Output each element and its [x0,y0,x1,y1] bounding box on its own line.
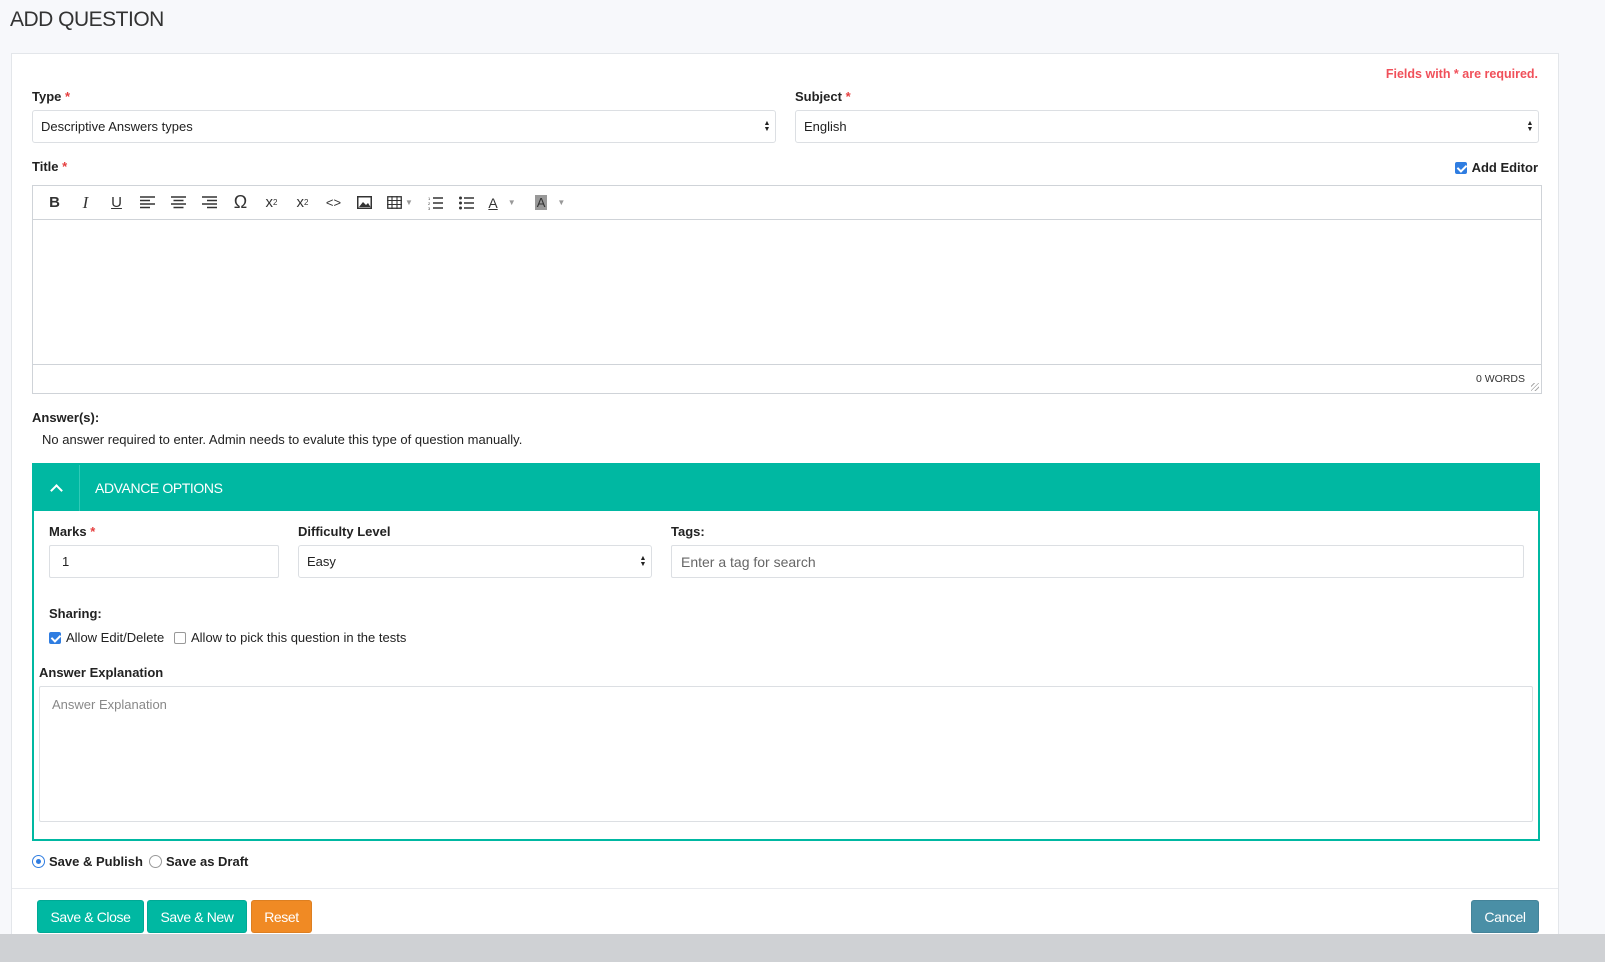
bold-icon[interactable]: B [39,190,70,216]
source-code-icon[interactable]: <> [318,190,349,216]
align-center-icon[interactable] [163,190,194,216]
title-label: Title * [32,159,68,174]
save-new-button[interactable]: Save & New [147,900,247,933]
special-character-icon[interactable]: Ω [225,190,256,216]
subject-label: Subject * [795,89,851,104]
subscript-icon[interactable]: x2 [256,190,287,216]
select-arrows-icon: ▲ ▼ [763,120,771,133]
difficulty-select[interactable]: Easy ▲ ▼ [298,545,652,578]
answer-explanation-placeholder: Answer Explanation [52,697,167,712]
select-arrows-icon: ▲ ▼ [639,555,647,568]
text-color-icon[interactable]: A ▼ [482,190,522,216]
type-select[interactable]: Descriptive Answers types ▲ ▼ [32,110,776,143]
question-form-panel: Fields with * are required. Type * Descr… [11,53,1559,939]
editor-content-area[interactable] [33,220,1541,365]
type-label: Type * [32,89,71,104]
add-editor-checkbox[interactable]: Add Editor [1454,160,1538,175]
footer-divider [12,888,1558,889]
allow-pick-checkbox[interactable]: Allow to pick this question in the tests [174,630,406,645]
superscript-icon[interactable]: x2 [287,190,318,216]
save-publish-label: Save & Publish [49,854,143,869]
chevron-up-icon [50,484,63,497]
marks-label: Marks * [49,524,96,539]
answers-label: Answer(s): [32,410,100,425]
checkbox-checked-icon[interactable] [49,631,61,644]
underline-icon[interactable]: U [101,190,132,216]
save-draft-label: Save as Draft [166,854,249,869]
cancel-button[interactable]: Cancel [1471,900,1539,933]
bulleted-list-icon[interactable] [451,190,482,216]
allow-edit-delete-checkbox[interactable]: Allow Edit/Delete [49,630,164,645]
image-icon[interactable] [349,190,380,216]
difficulty-select-value: Easy [307,554,336,569]
type-select-value: Descriptive Answers types [41,119,193,134]
horizontal-scrollbar[interactable] [0,934,1605,962]
collapse-toggle[interactable] [34,465,80,511]
add-editor-label: Add Editor [1471,160,1538,175]
advance-options-section: ADVANCE OPTIONS Marks * 1 Difficulty Lev… [32,463,1540,841]
page-title: ADD QUESTION [10,8,164,31]
radio-selected-icon[interactable] [32,855,45,868]
save-draft-radio[interactable]: Save as Draft [149,854,248,869]
sharing-label: Sharing: [49,606,102,621]
radio-unselected-icon[interactable] [149,855,162,868]
checkbox-unchecked-icon[interactable] [174,631,186,644]
subject-select[interactable]: English ▲ ▼ [795,110,1539,143]
title-rich-text-editor: B I U Ω x2 x2 <> ▼ 123 A ▼ A ▼ 0 WORDS [32,185,1542,394]
advance-options-title: ADVANCE OPTIONS [95,480,223,496]
answer-explanation-textarea[interactable]: Answer Explanation [39,686,1533,822]
background-color-icon[interactable]: A ▼ [530,190,570,216]
resize-handle-icon[interactable] [1531,383,1539,391]
tags-label: Tags: [671,524,705,539]
tags-placeholder: Enter a tag for search [681,553,816,570]
editor-statusbar: 0 WORDS [33,365,1541,393]
answer-explanation-label: Answer Explanation [39,665,164,680]
word-count: 0 WORDS [1475,373,1525,385]
select-arrows-icon: ▲ ▼ [1526,120,1534,133]
allow-edit-delete-label: Allow Edit/Delete [66,630,165,645]
numbered-list-icon[interactable]: 123 [420,190,451,216]
table-icon[interactable]: ▼ [380,190,420,216]
svg-text:3: 3 [428,206,431,210]
subject-select-value: English [804,119,847,134]
tags-search-input[interactable]: Enter a tag for search [671,545,1524,578]
save-publish-radio[interactable]: Save & Publish [32,854,143,869]
save-close-button[interactable]: Save & Close [37,900,144,933]
marks-input[interactable]: 1 [49,545,279,578]
checkbox-checked-icon[interactable] [1454,161,1467,174]
required-fields-note: Fields with * are required. [1385,67,1538,81]
italic-icon[interactable]: I [70,190,101,216]
difficulty-label: Difficulty Level [298,524,391,539]
advance-options-header[interactable]: ADVANCE OPTIONS [34,465,1538,511]
align-left-icon[interactable] [132,190,163,216]
answers-note: No answer required to enter. Admin needs… [42,432,523,447]
editor-toolbar: B I U Ω x2 x2 <> ▼ 123 A ▼ A ▼ [33,186,1541,220]
allow-pick-label: Allow to pick this question in the tests [191,630,407,645]
reset-button[interactable]: Reset [251,900,312,933]
marks-value: 1 [62,554,70,569]
align-right-icon[interactable] [194,190,225,216]
